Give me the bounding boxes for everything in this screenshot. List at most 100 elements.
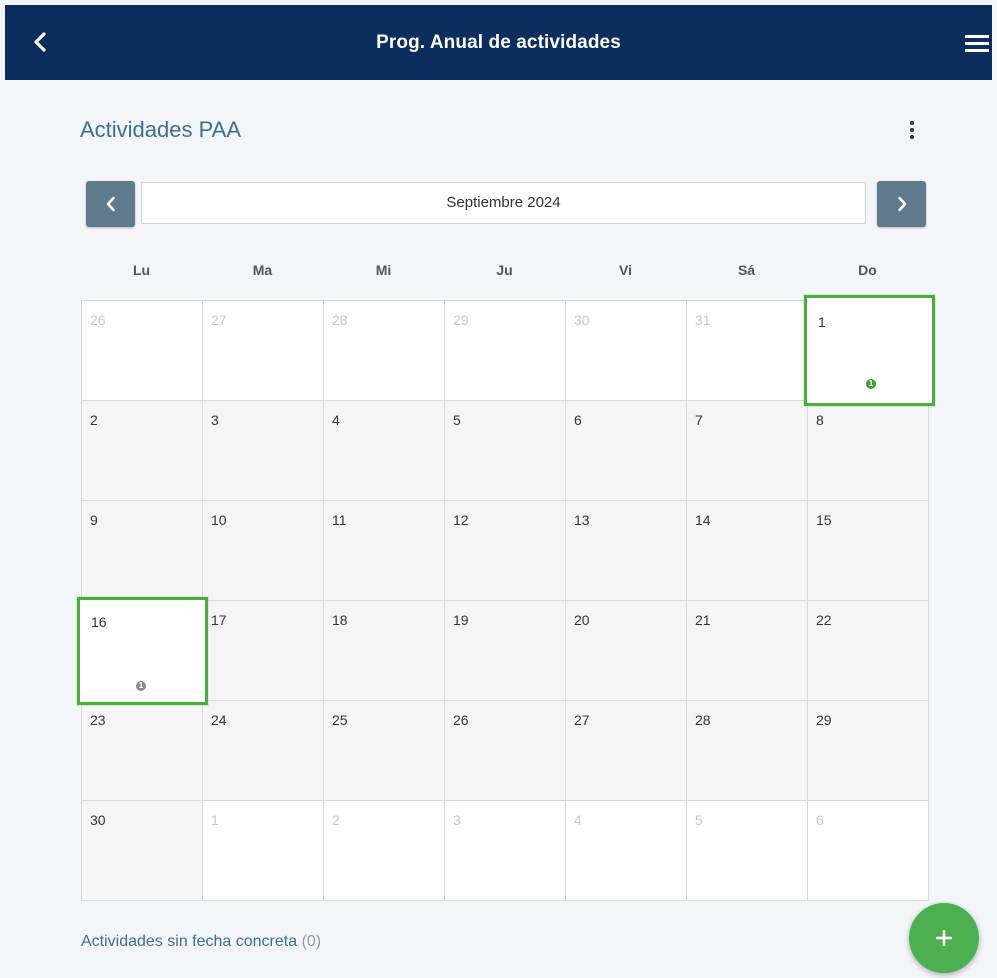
calendar-day-cell[interactable]: 20 — [566, 601, 687, 701]
day-number: 6 — [574, 412, 582, 428]
day-number: 9 — [90, 512, 98, 528]
calendar-day-cell[interactable]: 28 — [324, 301, 445, 401]
calendar-day-cell[interactable]: 26 — [82, 301, 203, 401]
more-options-button[interactable] — [903, 117, 921, 143]
prev-month-button[interactable] — [86, 181, 135, 227]
calendar-day-cell[interactable]: 4 — [566, 801, 687, 901]
section-title: Actividades PAA — [80, 117, 242, 142]
calendar-day-cell[interactable]: 8 — [808, 401, 929, 501]
calendar-day-cell[interactable]: 13 — [566, 501, 687, 601]
day-number: 19 — [453, 612, 469, 628]
weekday-label: Ma — [252, 262, 273, 278]
calendar-day-cell[interactable]: 29 — [445, 301, 566, 401]
calendar-day-cell[interactable]: 6 — [566, 401, 687, 501]
day-number: 5 — [695, 812, 703, 828]
calendar-day-cell[interactable]: 28 — [687, 701, 808, 801]
day-number: 23 — [90, 712, 106, 728]
event-count-badge[interactable]: 1 — [866, 379, 876, 389]
weekday-label: Ju — [496, 262, 513, 278]
day-number: 3 — [453, 812, 461, 828]
calendar-day-cell[interactable]: 31 — [687, 301, 808, 401]
next-month-button[interactable] — [877, 181, 926, 227]
calendar-day-cell[interactable]: 23 — [82, 701, 203, 801]
day-number: 7 — [695, 412, 703, 428]
day-number: 2 — [90, 412, 98, 428]
calendar-day-cell[interactable]: 26 — [445, 701, 566, 801]
undated-activities-label: Actividades sin fecha concreta — [81, 933, 298, 950]
day-number: 2 — [332, 812, 340, 828]
calendar-day-cell[interactable]: 5 — [687, 801, 808, 901]
calendar-day-cell[interactable]: 3 — [203, 401, 324, 501]
highlighted-day-cell[interactable]: 16 1 — [77, 597, 208, 705]
calendar-day-cell[interactable]: 12 — [445, 501, 566, 601]
day-number: 1 — [211, 812, 219, 828]
day-number: 26 — [453, 712, 469, 728]
day-number: 27 — [574, 712, 590, 728]
more-vertical-icon — [910, 135, 914, 139]
plus-icon — [936, 930, 952, 946]
day-number: 30 — [574, 312, 590, 328]
calendar-day-cell[interactable]: 1 — [203, 801, 324, 901]
day-number: 5 — [453, 412, 461, 428]
calendar-day-cell[interactable]: 27 — [203, 301, 324, 401]
day-number: 14 — [695, 512, 711, 528]
weekday-label: Sá — [737, 262, 756, 278]
calendar-day-cell[interactable]: 24 — [203, 701, 324, 801]
weekday-header: Lu Ma Mi Ju Vi Sá Do — [81, 262, 930, 288]
weekday-label: Lu — [132, 262, 151, 278]
day-number: 29 — [453, 312, 469, 328]
chevron-right-icon — [897, 196, 906, 212]
weekday-label: Vi — [619, 262, 632, 278]
day-number: 6 — [816, 812, 824, 828]
calendar-day-cell[interactable]: 29 — [808, 701, 929, 801]
day-number: 15 — [816, 512, 832, 528]
calendar-day-cell[interactable]: 21 — [687, 601, 808, 701]
day-number: 26 — [90, 312, 106, 328]
event-count-badge[interactable]: 1 — [136, 681, 146, 691]
calendar-day-cell[interactable]: 30 — [566, 301, 687, 401]
day-number: 22 — [816, 612, 832, 628]
day-number: 27 — [211, 312, 227, 328]
add-activity-button[interactable] — [909, 903, 979, 973]
undated-activities-link[interactable]: Actividades sin fecha concreta (0) — [81, 933, 321, 951]
calendar-day-cell[interactable]: 5 — [445, 401, 566, 501]
weekday-label: Do — [858, 262, 877, 278]
day-number: 4 — [574, 812, 582, 828]
day-number: 29 — [816, 712, 832, 728]
calendar-day-cell[interactable]: 14 — [687, 501, 808, 601]
page-title: Prog. Anual de actividades — [376, 32, 621, 53]
calendar-day-cell[interactable]: 22 — [808, 601, 929, 701]
day-number: 1 — [818, 314, 826, 330]
day-number: 16 — [91, 614, 107, 630]
calendar-day-cell[interactable]: 11 — [324, 501, 445, 601]
calendar-day-cell[interactable]: 17 — [203, 601, 324, 701]
calendar-day-cell[interactable]: 2 — [82, 401, 203, 501]
calendar-day-cell[interactable]: 2 — [324, 801, 445, 901]
day-number: 25 — [332, 712, 348, 728]
calendar-day-cell[interactable]: 9 — [82, 501, 203, 601]
day-number: 12 — [453, 512, 469, 528]
day-number: 28 — [332, 312, 348, 328]
calendar-day-cell[interactable]: 10 — [203, 501, 324, 601]
menu-button[interactable] — [964, 29, 990, 57]
more-vertical-icon — [910, 121, 914, 125]
calendar-day-cell[interactable]: 6 — [808, 801, 929, 901]
calendar-day-cell[interactable]: 4 — [324, 401, 445, 501]
calendar-day-cell[interactable]: 7 — [687, 401, 808, 501]
calendar-day-cell[interactable]: 25 — [324, 701, 445, 801]
calendar-day-cell[interactable]: 27 — [566, 701, 687, 801]
calendar-day-cell[interactable]: 3 — [445, 801, 566, 901]
highlighted-day-cell[interactable]: 11 — [804, 295, 935, 406]
day-number: 13 — [574, 512, 590, 528]
day-number: 20 — [574, 612, 590, 628]
hamburger-menu-icon — [965, 35, 989, 52]
calendar-day-cell[interactable]: 19 — [445, 601, 566, 701]
day-number: 28 — [695, 712, 711, 728]
day-number: 18 — [332, 612, 348, 628]
current-month[interactable]: Septiembre 2024 — [141, 182, 866, 224]
chevron-left-icon — [106, 196, 115, 212]
calendar-day-cell[interactable]: 15 — [808, 501, 929, 601]
calendar-day-cell[interactable]: 18 — [324, 601, 445, 701]
calendar-day-cell[interactable]: 30 — [82, 801, 203, 901]
day-number: 17 — [211, 612, 227, 628]
